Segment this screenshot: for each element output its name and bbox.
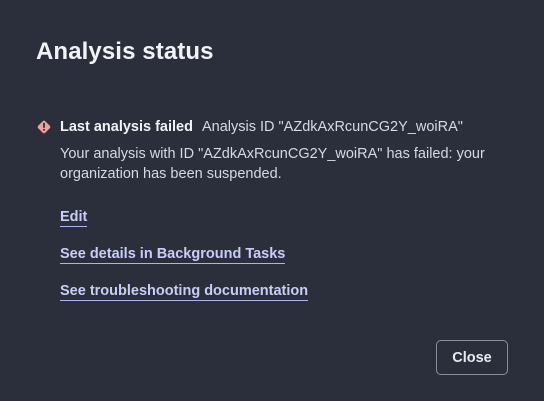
- edit-link[interactable]: Edit: [60, 209, 88, 227]
- analysis-status-dialog: Analysis status Last analysis failed Ana…: [0, 0, 544, 401]
- background-tasks-link[interactable]: See details in Background Tasks: [60, 246, 286, 264]
- analysis-id: Analysis ID "AZdkAxRcunCG2Y_woiRA": [201, 119, 463, 135]
- troubleshooting-docs-link[interactable]: See troubleshooting documentation: [60, 283, 309, 301]
- close-button[interactable]: Close: [436, 340, 508, 375]
- status-row: Last analysis failed Analysis ID "AZdkAx…: [36, 117, 463, 137]
- status-message: Your analysis with ID "AZdkAxRcunCG2Y_wo…: [60, 146, 485, 182]
- status-title: Last analysis failed: [60, 119, 193, 135]
- dialog-title: Analysis status: [36, 38, 214, 65]
- error-diamond-icon: [36, 119, 52, 135]
